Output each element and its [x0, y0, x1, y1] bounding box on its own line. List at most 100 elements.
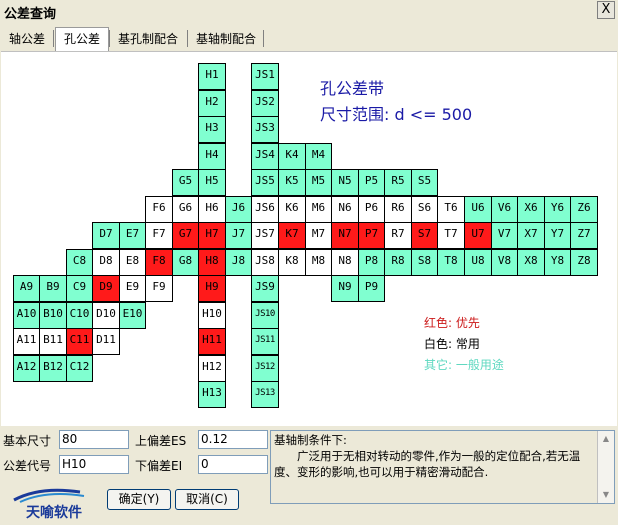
tolerance-cell-n5[interactable]: N5: [331, 169, 359, 196]
tolerance-cell-g7[interactable]: G7: [172, 222, 199, 249]
tolerance-cell-h13[interactable]: H13: [198, 381, 226, 408]
tolerance-cell-x6[interactable]: X6: [517, 196, 545, 223]
tolerance-cell-j7[interactable]: J7: [225, 222, 252, 249]
tolerance-cell-p9[interactable]: P9: [358, 275, 385, 302]
tolerance-cell-r7[interactable]: R7: [384, 222, 412, 249]
tolerance-cell-a9[interactable]: A9: [13, 275, 40, 302]
tolerance-cell-a12[interactable]: A12: [13, 355, 40, 382]
tolerance-cell-x7[interactable]: X7: [517, 222, 545, 249]
tolerance-cell-t6[interactable]: T6: [437, 196, 465, 223]
tolerance-cell-s5[interactable]: S5: [411, 169, 438, 196]
tolerance-cell-y8[interactable]: Y8: [544, 249, 571, 276]
tolerance-cell-k4[interactable]: K4: [278, 143, 306, 170]
tolerance-cell-d11[interactable]: D11: [92, 328, 120, 355]
tab-shaft-basis-fit[interactable]: 基轴制配合: [189, 30, 263, 49]
tolerance-cell-m4[interactable]: M4: [305, 143, 332, 170]
tolerance-cell-s7[interactable]: S7: [411, 222, 438, 249]
upper-deviation-field[interactable]: 0.12: [198, 430, 268, 449]
tolerance-cell-h2[interactable]: H2: [198, 90, 226, 117]
tolerance-cell-v8[interactable]: V8: [491, 249, 518, 276]
tolerance-cell-g5[interactable]: G5: [172, 169, 199, 196]
tolerance-cell-b11[interactable]: B11: [39, 328, 67, 355]
tolerance-cell-js11[interactable]: JS11: [251, 328, 279, 355]
tolerance-cell-k8[interactable]: K8: [278, 249, 306, 276]
tolerance-cell-h8[interactable]: H8: [198, 249, 226, 276]
tab-hole-tolerance[interactable]: 孔公差: [55, 27, 109, 51]
scroll-up-icon[interactable]: ▲: [598, 431, 614, 447]
tolerance-cell-js7[interactable]: JS7: [251, 222, 279, 249]
tolerance-cell-a11[interactable]: A11: [13, 328, 40, 355]
tolerance-cell-y7[interactable]: Y7: [544, 222, 571, 249]
tolerance-cell-e8[interactable]: E8: [119, 249, 146, 276]
tolerance-cell-m7[interactable]: M7: [305, 222, 332, 249]
tolerance-cell-z6[interactable]: Z6: [570, 196, 598, 223]
tolerance-cell-h7[interactable]: H7: [198, 222, 226, 249]
tolerance-cell-v7[interactable]: V7: [491, 222, 518, 249]
tolerance-cell-p7[interactable]: P7: [358, 222, 385, 249]
tolerance-cell-v6[interactable]: V6: [491, 196, 518, 223]
tolerance-cell-h1[interactable]: H1: [198, 63, 226, 90]
ok-button[interactable]: 确定(Y): [107, 489, 171, 510]
tolerance-cell-h12[interactable]: H12: [198, 355, 226, 382]
tolerance-cell-a10[interactable]: A10: [13, 302, 40, 329]
tolerance-cell-d10[interactable]: D10: [92, 302, 120, 329]
tolerance-cell-h5[interactable]: H5: [198, 169, 226, 196]
tolerance-cell-s6[interactable]: S6: [411, 196, 438, 223]
tolerance-cell-k6[interactable]: K6: [278, 196, 306, 223]
tolerance-cell-h11[interactable]: H11: [198, 328, 226, 355]
tolerance-cell-r8[interactable]: R8: [384, 249, 412, 276]
tolerance-cell-js8[interactable]: JS8: [251, 249, 279, 276]
tolerance-cell-z7[interactable]: Z7: [570, 222, 598, 249]
tolerance-cell-z8[interactable]: Z8: [570, 249, 598, 276]
tolerance-cell-j8[interactable]: J8: [225, 249, 252, 276]
tolerance-cell-j6[interactable]: J6: [225, 196, 252, 223]
tolerance-cell-c9[interactable]: C9: [66, 275, 93, 302]
tolerance-cell-js1[interactable]: JS1: [251, 63, 279, 90]
cancel-button[interactable]: 取消(C): [175, 489, 239, 510]
tolerance-cell-e7[interactable]: E7: [119, 222, 146, 249]
tolerance-cell-c8[interactable]: C8: [66, 249, 93, 276]
tolerance-cell-f6[interactable]: F6: [145, 196, 173, 223]
tolerance-cell-js10[interactable]: JS10: [251, 302, 279, 329]
tolerance-cell-u7[interactable]: U7: [464, 222, 492, 249]
tolerance-cell-t7[interactable]: T7: [437, 222, 465, 249]
tolerance-cell-js9[interactable]: JS9: [251, 275, 279, 302]
tolerance-cell-n6[interactable]: N6: [331, 196, 359, 223]
scroll-down-icon[interactable]: ▼: [598, 487, 614, 503]
tolerance-cell-g6[interactable]: G6: [172, 196, 199, 223]
tolerance-cell-f7[interactable]: F7: [145, 222, 173, 249]
tolerance-cell-f8[interactable]: F8: [145, 249, 173, 276]
tolerance-cell-d8[interactable]: D8: [92, 249, 120, 276]
tolerance-cell-r5[interactable]: R5: [384, 169, 412, 196]
tolerance-cell-b12[interactable]: B12: [39, 355, 67, 382]
tolerance-cell-y6[interactable]: Y6: [544, 196, 571, 223]
tolerance-cell-e10[interactable]: E10: [119, 302, 146, 329]
tolerance-cell-s8[interactable]: S8: [411, 249, 438, 276]
tolerance-cell-m6[interactable]: M6: [305, 196, 332, 223]
tolerance-cell-n7[interactable]: N7: [331, 222, 359, 249]
tolerance-cell-h10[interactable]: H10: [198, 302, 226, 329]
tolerance-cell-b10[interactable]: B10: [39, 302, 67, 329]
tolerance-cell-e9[interactable]: E9: [119, 275, 146, 302]
tolerance-cell-h4[interactable]: H4: [198, 143, 226, 170]
tab-hole-basis-fit[interactable]: 基孔制配合: [111, 30, 185, 49]
basic-size-input[interactable]: 80: [59, 430, 129, 449]
tolerance-cell-u8[interactable]: U8: [464, 249, 492, 276]
tab-shaft-tolerance[interactable]: 轴公差: [2, 30, 52, 49]
tolerance-cell-k5[interactable]: K5: [278, 169, 306, 196]
tolerance-cell-m5[interactable]: M5: [305, 169, 332, 196]
tolerance-cell-t8[interactable]: T8: [437, 249, 465, 276]
tolerance-cell-k7[interactable]: K7: [278, 222, 306, 249]
tolerance-cell-d9[interactable]: D9: [92, 275, 120, 302]
tolerance-cell-c10[interactable]: C10: [66, 302, 93, 329]
tolerance-cell-u6[interactable]: U6: [464, 196, 492, 223]
tolerance-cell-p8[interactable]: P8: [358, 249, 385, 276]
tolerance-cell-x8[interactable]: X8: [517, 249, 545, 276]
tolerance-cell-js13[interactable]: JS13: [251, 381, 279, 408]
tolerance-cell-g8[interactable]: G8: [172, 249, 199, 276]
tolerance-cell-js12[interactable]: JS12: [251, 355, 279, 382]
tolerance-cell-c11[interactable]: C11: [66, 328, 93, 355]
tolerance-cell-m8[interactable]: M8: [305, 249, 332, 276]
tolerance-cell-h9[interactable]: H9: [198, 275, 226, 302]
tolerance-cell-f9[interactable]: F9: [145, 275, 173, 302]
